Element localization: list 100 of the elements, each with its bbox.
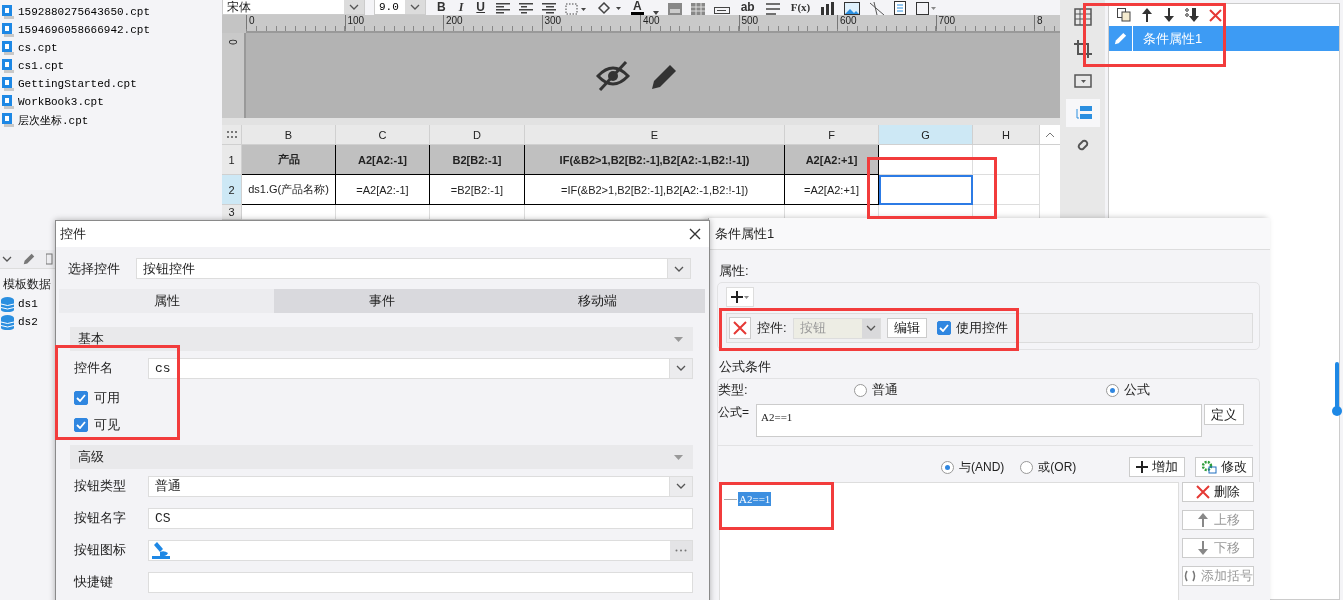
caret-icon [349,4,359,10]
formula-button[interactable]: F(x) [788,0,813,15]
tab[interactable]: 属性 [59,289,275,313]
size-combo[interactable]: 9.0 [374,0,426,15]
field-label: 按钮图标 [74,541,127,559]
column-header[interactable]: E [525,125,785,145]
scroll-thumb[interactable] [1332,362,1342,418]
ruler-label: 400 [640,15,739,29]
widget-select[interactable]: 按钮控件 [136,258,691,279]
checkbox[interactable] [74,417,88,432]
formula-field[interactable]: A2==1 [756,404,1202,437]
file-name[interactable]: cs1.cpt [18,60,65,72]
close-icon[interactable] [689,228,701,240]
add-button[interactable] [726,287,754,307]
file-name[interactable]: 1592880275643650.cpt [18,6,151,18]
column-header[interactable]: F [785,125,879,145]
slash-icon[interactable] [869,2,886,15]
table-icon[interactable] [690,3,705,15]
caret-icon [674,454,683,460]
lines-icon[interactable] [765,3,780,15]
arrow-down-icon[interactable] [1163,8,1175,22]
add-button[interactable]: 增加 [1129,457,1185,477]
row-header[interactable]: 1 [222,145,242,175]
document-icon[interactable] [894,1,907,15]
checkbox-label: 可见 [94,415,120,434]
dropdown-field[interactable]: 普通 [148,475,693,497]
close-icon [1196,485,1210,499]
define-button[interactable]: 定义 [1204,404,1244,425]
radio-button[interactable] [941,460,954,474]
brush-icon[interactable] [151,541,171,559]
file-name[interactable]: GettingStarted.cpt [18,78,137,90]
file-name[interactable]: 1594696058666942.cpt [18,24,151,36]
font-combo[interactable]: 宋体 [222,0,365,15]
ruler-label: 700 [935,15,1034,29]
format-button[interactable]: B [435,0,448,15]
table-cell [973,145,1040,175]
plus-icon [1136,461,1148,473]
scroll-up-icon[interactable] [1045,131,1055,138]
radio-button[interactable] [1020,460,1034,474]
gear-icon [1201,460,1217,474]
file-name[interactable]: cs.cpt [18,42,58,54]
table-cell: =B2[B2:-1] [430,175,525,205]
modify-button[interactable]: 修改 [1195,457,1253,477]
close-icon [733,321,747,335]
merge-cells-icon[interactable] [667,3,682,15]
text-button[interactable]: ab [738,0,757,15]
brackets-icon [1183,569,1197,583]
ruler-label: 100 [344,15,443,29]
radio-button[interactable] [1106,383,1119,397]
section-title: 基本 [78,330,104,348]
row-header[interactable]: 2 [222,175,242,205]
tab[interactable]: 事件 [274,289,490,313]
ruler-label: 600 [837,15,936,29]
copy-icon[interactable] [1117,8,1131,22]
radio-button[interactable] [854,383,867,397]
checkbox[interactable] [74,390,88,405]
column-header[interactable]: D [430,125,525,145]
table-cell: 产品 [242,145,336,175]
align-right-icon[interactable] [542,3,556,15]
side-button[interactable]: 删除 [1182,482,1254,502]
format-button[interactable]: I [456,0,466,15]
tab[interactable]: 移动端 [489,289,705,313]
widget-icon[interactable] [1073,104,1092,122]
input-field[interactable] [148,571,693,593]
frame-icon[interactable] [915,1,938,15]
column-header[interactable]: C [336,125,430,145]
dropdown-icon[interactable] [1073,72,1092,90]
format-button[interactable]: U [474,0,487,15]
align-center-icon[interactable] [519,3,533,15]
bar-chart-icon[interactable] [821,2,836,15]
crop-icon[interactable] [1073,40,1092,58]
plus-icon [731,291,743,303]
text-field-icon[interactable] [713,7,730,15]
image-icon[interactable] [844,2,861,15]
dialog-title: 控件 [60,225,86,243]
column-header[interactable]: G [879,125,973,145]
move-bottom-icon[interactable] [1185,8,1199,22]
dropdown-icon [2,256,12,262]
column-header[interactable]: B [242,125,336,145]
field-label: 控件名 [74,359,114,377]
column-header[interactable]: H [973,125,1040,145]
table-cell: B2[B2:-1] [430,145,525,175]
dropdown-field[interactable]: cs [148,357,693,379]
row-header[interactable]: 3 [222,205,242,220]
delete-button[interactable] [729,317,751,339]
dataset-name[interactable]: ds1 [18,298,38,310]
table-cell: IF(&B2>1,B2[B2:-1],B2[A2:-1,B2:!-1]) [525,145,785,175]
file-name[interactable]: 层次坐标.cpt [18,112,89,128]
file-name[interactable]: WorkBook3.cpt [18,96,104,108]
dataset-name[interactable]: ds2 [18,316,38,328]
field-label: 公式= [718,404,750,421]
icon-field[interactable] [148,539,693,561]
selected-cell[interactable] [879,175,973,205]
grid-icon[interactable] [1073,8,1092,26]
align-left-icon[interactable] [496,3,510,15]
arrow-up-icon[interactable] [1141,8,1153,22]
border-icon[interactable] [565,3,587,15]
paint-bucket-icon[interactable] [596,2,622,15]
section-title: 高级 [78,448,104,466]
input-field[interactable]: CS [148,507,693,529]
